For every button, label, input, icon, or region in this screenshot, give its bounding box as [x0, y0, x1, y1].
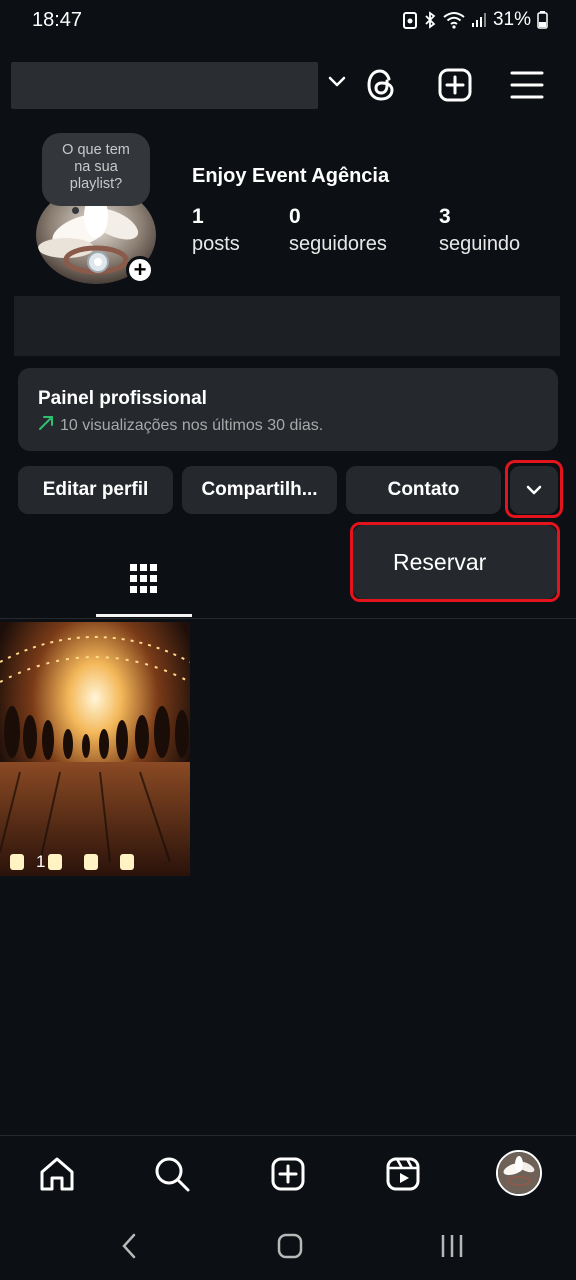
system-home-icon[interactable] — [273, 1231, 307, 1261]
create-post-icon[interactable] — [436, 66, 474, 104]
system-navigation-bar — [0, 1213, 576, 1280]
post-thumbnail[interactable] — [0, 622, 190, 876]
bluetooth-icon — [423, 11, 437, 29]
menu-highlight-box — [350, 522, 560, 602]
share-profile-button[interactable]: Compartilh... — [182, 466, 337, 514]
active-tab-indicator — [96, 614, 192, 617]
profile-header — [0, 58, 576, 112]
stat-followers[interactable]: 0 seguidores — [289, 205, 387, 256]
status-icons: 31% — [402, 9, 548, 31]
note-line-2: na sua — [74, 159, 118, 175]
grid-icon — [130, 564, 157, 593]
system-back-icon[interactable] — [112, 1231, 146, 1261]
reels-icon[interactable] — [383, 1154, 423, 1194]
stat-posts-label: posts — [192, 233, 240, 255]
bio-redacted — [14, 296, 560, 356]
note-line-3: playlist? — [69, 176, 123, 192]
wifi-icon — [443, 11, 465, 29]
bottom-nav — [0, 1135, 576, 1213]
dashboard-title: Painel profissional — [38, 388, 207, 409]
edit-profile-button[interactable]: Editar perfil — [18, 466, 173, 514]
stat-posts[interactable]: 1 posts — [192, 205, 240, 256]
note-line-1: O que tem — [62, 142, 130, 158]
add-story-button[interactable]: + — [126, 256, 154, 284]
dashboard-subtitle: 10 visualizações nos últimos 30 dias. — [60, 416, 324, 434]
create-icon[interactable] — [268, 1154, 308, 1194]
contact-button[interactable]: Contato — [346, 466, 501, 514]
note-bubble[interactable]: O que tem na sua playlist? — [42, 133, 150, 206]
profile-tab-avatar[interactable] — [496, 1150, 542, 1196]
profile-name: Enjoy Event Agência — [192, 165, 390, 187]
tab-posts-grid[interactable] — [96, 540, 192, 618]
threads-icon[interactable] — [362, 66, 400, 104]
account-switch-chevron-icon[interactable] — [327, 75, 347, 94]
stat-following-label: seguindo — [439, 233, 521, 255]
username-redacted[interactable] — [11, 62, 318, 109]
stat-followers-number: 0 — [289, 205, 301, 228]
stat-following[interactable]: 3 seguindo — [439, 205, 520, 256]
post-carousel-count: 1 — [36, 852, 46, 871]
dropdown-highlight-box — [505, 460, 563, 518]
menu-hamburger-icon[interactable] — [508, 66, 546, 104]
stat-following-number: 3 — [439, 205, 451, 228]
trend-up-arrow-icon — [38, 415, 54, 436]
system-recents-icon[interactable] — [435, 1231, 469, 1261]
home-icon[interactable] — [37, 1154, 77, 1194]
professional-dashboard[interactable]: Painel profissional 10 visualizações nos… — [18, 368, 558, 451]
battery-icon — [537, 11, 548, 29]
status-time: 18:47 — [32, 9, 83, 31]
note-bubble-tail — [72, 207, 79, 214]
status-bar: 18:47 31% — [0, 0, 576, 42]
app-notification-icon — [402, 11, 417, 29]
stat-followers-label: seguidores — [289, 233, 387, 255]
battery-text: 31% — [492, 9, 531, 30]
search-icon[interactable] — [152, 1154, 192, 1194]
signal-icon — [471, 12, 487, 28]
tab-divider — [0, 618, 576, 619]
stat-posts-number: 1 — [192, 205, 204, 228]
